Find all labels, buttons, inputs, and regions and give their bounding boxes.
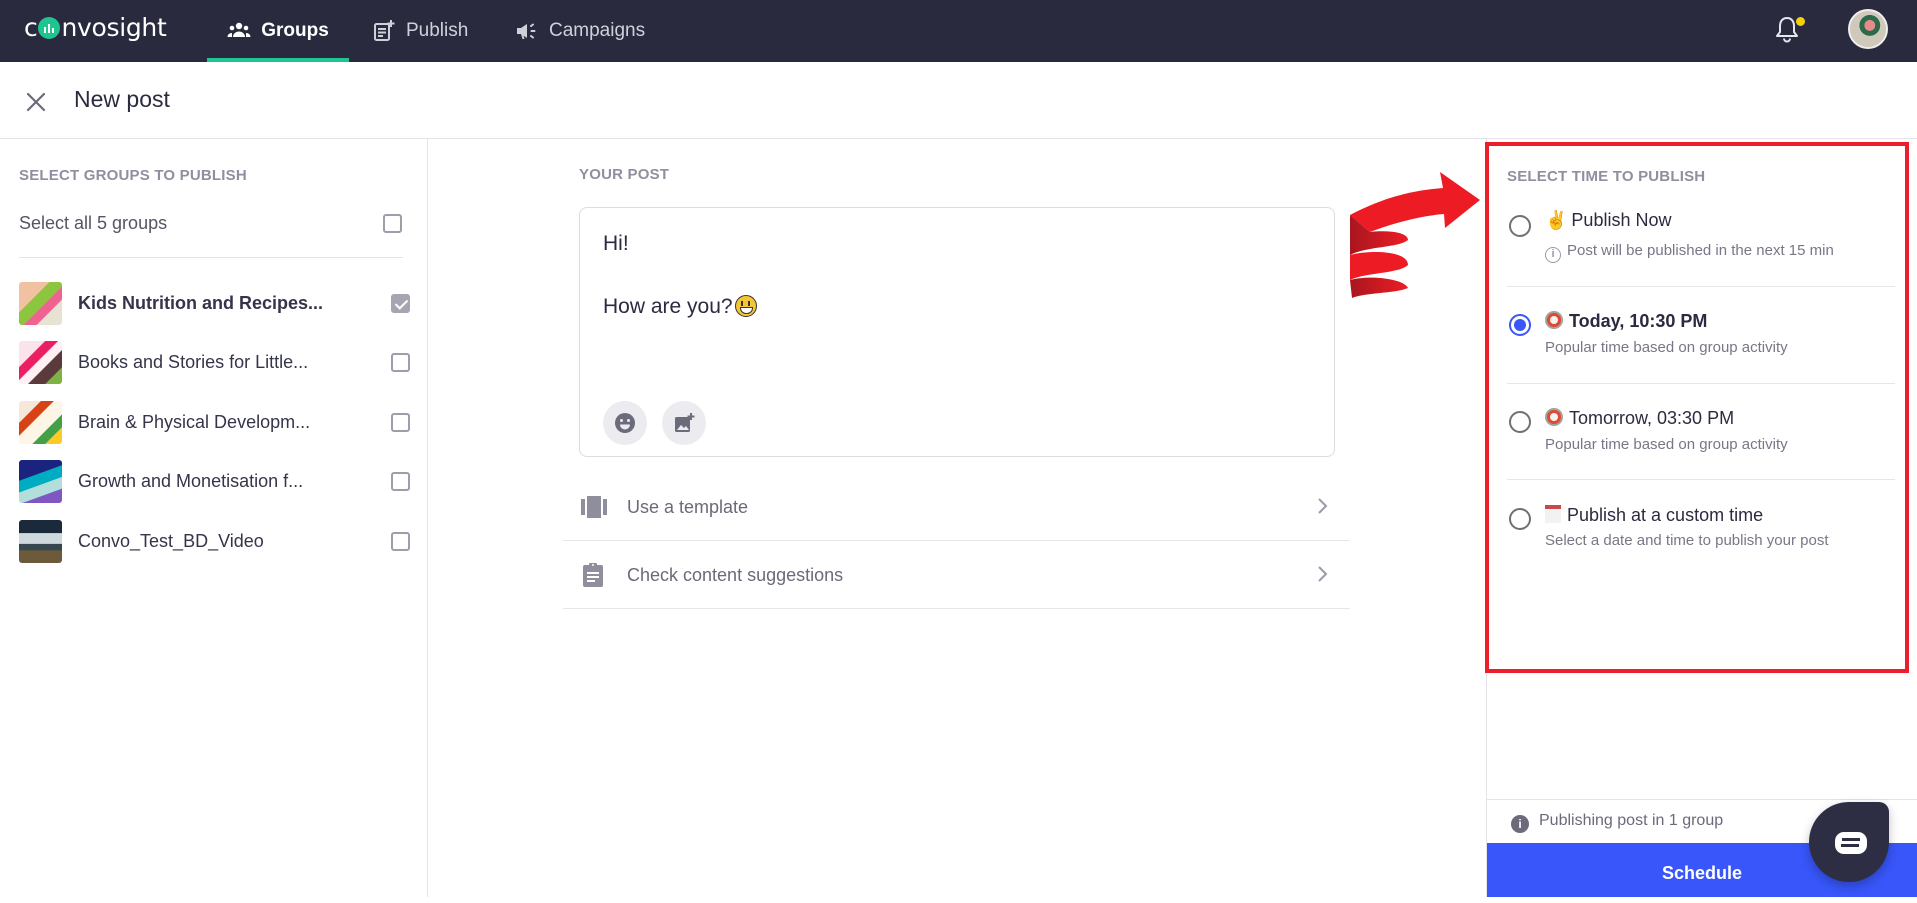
victory-hand-icon: ✌ (1545, 210, 1568, 230)
footer-divider (1487, 799, 1917, 800)
group-row[interactable]: Brain & Physical Developm... (19, 401, 419, 445)
nav-campaigns[interactable]: Campaigns (515, 0, 645, 62)
nav-groups[interactable]: Groups (207, 0, 349, 62)
option-publish-now[interactable]: ✌ Publish Now i Post will be published in … (1505, 208, 1895, 268)
emoji-picker-button[interactable] (603, 401, 647, 445)
convosight-logo[interactable]: c nvosight (24, 13, 167, 42)
group-name: Brain & Physical Developm... (78, 412, 311, 432)
tomorrow-label: Tomorrow, 03:30 PM (1569, 408, 1735, 428)
nav-campaigns-label: Campaigns (549, 20, 646, 41)
publish-now-label: Publish Now (1571, 210, 1672, 230)
add-image-button[interactable] (662, 401, 706, 445)
custom-time-radio[interactable] (1509, 508, 1531, 530)
option-custom-time[interactable]: Publish at a custom time Select a date a… (1505, 504, 1895, 559)
annotation-arrow-icon (1350, 172, 1480, 298)
publish-now-note: Post will be published in the next 15 mi… (1567, 242, 1834, 259)
add-image-icon (675, 413, 695, 432)
publishing-note: i Publishing post in 1 group (1511, 812, 1723, 833)
use-template-row[interactable]: Use a template (563, 473, 1350, 541)
group-checkbox[interactable] (391, 413, 410, 432)
chat-support-button[interactable] (1809, 802, 1889, 882)
publish-now-subtitle: i Post will be published in the next 15 m… (1545, 242, 1834, 263)
time-section-label: SELECT TIME TO PUBLISH (1507, 168, 1706, 185)
post-editor[interactable]: Hi! How are you? (579, 207, 1335, 457)
group-thumbnail (19, 460, 62, 503)
option-tomorrow[interactable]: Tomorrow, 03:30 PM Popular time based on… (1505, 407, 1895, 462)
smiley-icon (615, 413, 635, 433)
group-name: Books and Stories for Little... (78, 352, 309, 372)
today-label: Today, 10:30 PM (1569, 311, 1708, 331)
close-icon[interactable] (24, 90, 48, 114)
info-filled-icon: i (1511, 815, 1529, 833)
megaphone-icon (517, 23, 536, 39)
template-icon (581, 496, 607, 518)
use-template-label: Use a template (627, 497, 749, 517)
publish-now-title: ✌ Publish Now (1545, 210, 1671, 231)
today-subtitle: Popular time based on group activity (1545, 339, 1788, 356)
notification-badge (1796, 17, 1805, 26)
group-name: Growth and Monetisation f... (78, 471, 304, 491)
group-thumbnail (19, 520, 62, 563)
publish-icon (374, 20, 395, 41)
calendar-icon (1545, 505, 1561, 523)
select-all-checkbox[interactable] (383, 214, 402, 233)
custom-time-title: Publish at a custom time (1545, 505, 1763, 526)
publish-now-radio[interactable] (1509, 215, 1531, 237)
page-header (0, 62, 1917, 139)
today-title: Today, 10:30 PM (1545, 311, 1707, 332)
post-text-line2: How are you? (603, 295, 733, 318)
group-row[interactable]: Convo_Test_BD_Video (19, 520, 419, 564)
grinning-face-emoji (734, 295, 757, 317)
custom-time-subtitle: Select a date and time to publish your p… (1545, 532, 1829, 549)
chevron-right-icon (1318, 566, 1328, 582)
tomorrow-radio[interactable] (1509, 411, 1531, 433)
option-divider (1507, 286, 1895, 287)
content-suggestions-label: Check content suggestions (627, 565, 844, 585)
clipboard-icon (583, 563, 603, 587)
groups-icon (227, 22, 251, 37)
post-section-label: YOUR POST (579, 166, 670, 183)
page-title: New post (74, 86, 170, 112)
alarm-clock-icon (1545, 408, 1563, 426)
alarm-clock-icon (1545, 311, 1563, 329)
post-text-line: How are you? (603, 295, 757, 319)
group-name: Convo_Test_BD_Video (78, 531, 264, 551)
content-suggestions-row[interactable]: Check content suggestions (563, 541, 1350, 609)
groups-section-label: SELECT GROUPS TO PUBLISH (19, 167, 247, 184)
group-name: Kids Nutrition and Recipes... (78, 293, 324, 313)
top-navigation-bar: c nvosight Groups Publish Campaigns (0, 0, 1917, 62)
nav-publish-label: Publish (406, 20, 469, 41)
user-avatar[interactable] (1848, 9, 1888, 49)
group-thumbnail (19, 341, 62, 384)
chevron-right-icon (1318, 498, 1328, 514)
nav-publish[interactable]: Publish (372, 0, 468, 62)
group-checkbox[interactable] (391, 353, 410, 372)
publishing-note-text: Publishing post in 1 group (1539, 812, 1724, 829)
tomorrow-subtitle: Popular time based on group activity (1545, 436, 1788, 453)
group-checkbox[interactable] (391, 532, 410, 551)
group-thumbnail (19, 401, 62, 444)
option-divider (1507, 383, 1895, 384)
info-icon: i (1545, 247, 1561, 263)
custom-time-label: Publish at a custom time (1567, 505, 1764, 525)
tomorrow-title: Tomorrow, 03:30 PM (1545, 408, 1734, 429)
group-thumbnail (19, 282, 62, 325)
option-divider (1507, 479, 1895, 480)
groups-divider (19, 257, 403, 258)
group-row[interactable]: Books and Stories for Little... (19, 341, 419, 385)
chat-icon (1835, 832, 1867, 854)
nav-groups-label: Groups (261, 20, 329, 41)
group-row[interactable]: Kids Nutrition and Recipes... (19, 282, 419, 326)
group-row[interactable]: Growth and Monetisation f... (19, 460, 419, 504)
option-today[interactable]: Today, 10:30 PM Popular time based on gr… (1505, 310, 1895, 365)
today-radio[interactable] (1509, 314, 1531, 336)
post-text-line: Hi! (603, 232, 629, 255)
select-all-label: Select all 5 groups (19, 213, 168, 233)
group-checkbox[interactable] (391, 472, 410, 491)
group-checkbox[interactable] (391, 294, 410, 313)
groups-panel (0, 139, 428, 897)
